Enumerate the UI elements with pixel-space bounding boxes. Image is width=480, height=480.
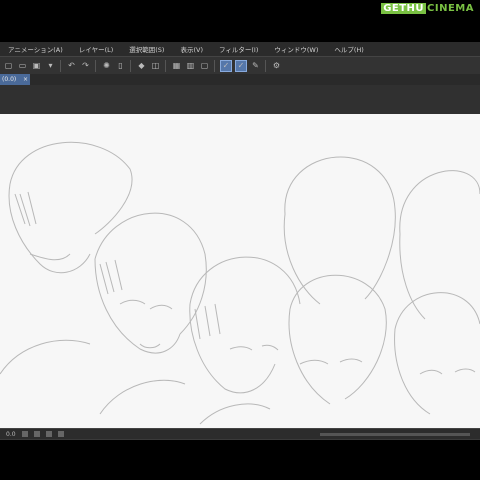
- menu-window[interactable]: ウィンドウ(W): [274, 44, 318, 54]
- menu-animation[interactable]: アニメーション(A): [8, 44, 63, 54]
- menu-filter[interactable]: フィルター(I): [219, 44, 258, 54]
- watermark-part1: GETHU: [381, 3, 427, 14]
- save-icon[interactable]: ▣: [31, 60, 42, 71]
- document-tab-label: (0.0): [2, 76, 17, 83]
- menu-selection[interactable]: 選択範囲(S): [129, 44, 164, 54]
- toolbar-divider: [265, 59, 266, 72]
- menu-bar: アニメーション(A) レイヤー(L) 選択範囲(S) 表示(V) フィルター(I…: [0, 42, 480, 56]
- watermark-logo: GETHU CINEMA: [381, 3, 474, 14]
- watermark-part2: CINEMA: [427, 3, 474, 14]
- dropdown-icon[interactable]: ▾: [45, 60, 56, 71]
- undo-icon[interactable]: ↶: [66, 60, 77, 71]
- clear-icon[interactable]: ▯: [115, 60, 126, 71]
- zoom-out-icon[interactable]: [21, 431, 28, 437]
- rotate-icon[interactable]: [57, 431, 64, 437]
- transform-icon[interactable]: ◫: [150, 60, 161, 71]
- redo-icon[interactable]: ↷: [80, 60, 91, 71]
- toolbar-divider: [165, 59, 166, 72]
- check-icon[interactable]: ✓: [235, 59, 247, 72]
- command-bar: ▢ ▭ ▣ ▾ ↶ ↷ ✺ ▯ ◆ ◫ ▦ ▥ ▢ ✓ ✓ ✎ ⚙: [0, 56, 480, 75]
- document-tab-bar: (0.0) ×: [0, 74, 480, 85]
- status-bar: 0.0: [0, 428, 480, 439]
- canvas-background: [0, 85, 480, 114]
- layer-icon[interactable]: ▦: [171, 60, 182, 71]
- fill-icon[interactable]: ◆: [136, 60, 147, 71]
- menu-layer[interactable]: レイヤー(L): [79, 44, 114, 54]
- zoom-readout: 0.0: [6, 430, 16, 438]
- toolbar-divider: [95, 59, 96, 72]
- check-icon[interactable]: ✓: [220, 59, 232, 72]
- new-file-icon[interactable]: ▢: [3, 60, 14, 71]
- toolbar-divider: [60, 59, 61, 72]
- toolbar-divider: [214, 59, 215, 72]
- paint-app-window: アニメーション(A) レイヤー(L) 選択範囲(S) 表示(V) フィルター(I…: [0, 42, 480, 440]
- layer-icon[interactable]: ▢: [199, 60, 210, 71]
- zoom-in-icon[interactable]: [33, 431, 40, 437]
- settings-icon[interactable]: ⚙: [271, 60, 282, 71]
- pen-icon[interactable]: ✎: [250, 60, 261, 71]
- sketch-drawing: [0, 141, 480, 425]
- toolbar-divider: [130, 59, 131, 72]
- menu-view[interactable]: 表示(V): [180, 44, 203, 54]
- drawing-canvas[interactable]: [0, 114, 480, 428]
- close-icon[interactable]: ×: [23, 74, 28, 85]
- menu-help[interactable]: ヘルプ(H): [334, 44, 363, 54]
- loading-icon[interactable]: ✺: [101, 60, 112, 71]
- zoom-slider[interactable]: [320, 432, 470, 436]
- fit-icon[interactable]: [45, 431, 52, 437]
- document-tab[interactable]: (0.0) ×: [0, 74, 30, 85]
- open-folder-icon[interactable]: ▭: [17, 60, 28, 71]
- layer-icon[interactable]: ▥: [185, 60, 196, 71]
